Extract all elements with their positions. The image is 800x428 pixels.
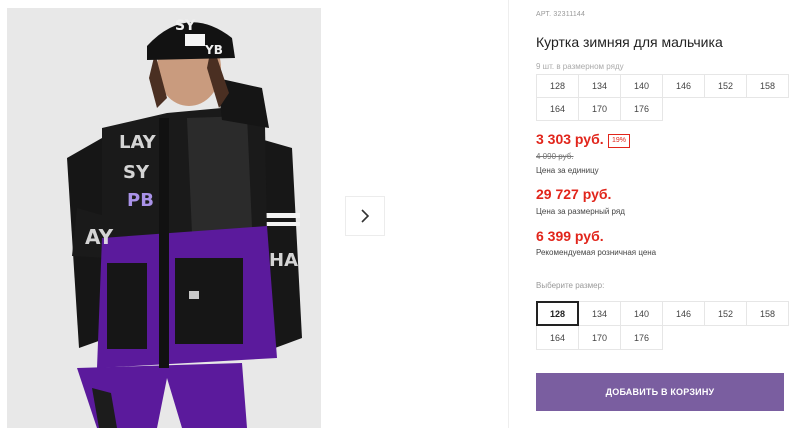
size-option-164[interactable]: 164 [536, 325, 579, 350]
svg-text:AY: AY [85, 225, 114, 249]
size-option-128[interactable]: 128 [536, 301, 579, 326]
rrp-label: Рекомендуемая розничная цена [536, 248, 657, 257]
svg-text:SY: SY [175, 18, 196, 34]
svg-text:HAR: HAR [269, 250, 312, 271]
size-option-134[interactable]: 134 [578, 301, 621, 326]
product-title: Куртка зимняя для мальчика [536, 34, 723, 50]
unit-price-label: Цена за единицу [536, 166, 599, 175]
rrp-price: 6 399 руб. [536, 228, 604, 244]
unit-price: 3 303 руб. [536, 131, 604, 147]
size-row-cell: 134 [578, 74, 621, 98]
size-option-152[interactable]: 152 [704, 301, 747, 326]
size-row-cell: 146 [662, 74, 705, 98]
size-row-cell: 170 [578, 97, 621, 121]
chevron-right-icon [361, 209, 370, 223]
divider [508, 0, 509, 428]
row-price: 29 727 руб. [536, 186, 612, 202]
discount-badge: 19% [608, 134, 631, 148]
size-row-cell: 176 [620, 97, 663, 121]
size-row-cell: 152 [704, 74, 747, 98]
article-number: АРТ. 32311144 [536, 11, 586, 18]
old-price: 4 090 руб. [536, 152, 574, 161]
svg-text:LAY: LAY [119, 132, 157, 153]
size-row-cell: 128 [536, 74, 579, 98]
size-row-cell: 140 [620, 74, 663, 98]
svg-text:PB: PB [127, 190, 154, 211]
svg-text:SY: SY [123, 162, 150, 183]
product-photo[interactable]: LAY SY PB AY HAR SY YB [7, 8, 321, 428]
add-to-cart-button[interactable]: ДОБАВИТЬ В КОРЗИНУ [536, 373, 784, 411]
size-selector: 128 134 140 146 152 158 164 170 176 [536, 301, 789, 350]
size-row-note: 9 шт. в размерном ряду [536, 62, 624, 71]
choose-size-label: Выберите размер: [536, 281, 605, 290]
size-row-cell: 158 [746, 74, 789, 98]
svg-text:YB: YB [204, 43, 223, 57]
size-option-158[interactable]: 158 [746, 301, 789, 326]
product-photo-illustration: LAY SY PB AY HAR SY YB [7, 8, 321, 428]
size-row-grid: 128 134 140 146 152 158 164 170 176 [536, 74, 789, 121]
product-gallery: LAY SY PB AY HAR SY YB [0, 0, 508, 428]
next-image-button[interactable] [345, 196, 385, 236]
size-option-170[interactable]: 170 [578, 325, 621, 350]
size-option-176[interactable]: 176 [620, 325, 663, 350]
size-option-140[interactable]: 140 [620, 301, 663, 326]
size-row-cell: 164 [536, 97, 579, 121]
row-price-label: Цена за размерный ряд [536, 207, 625, 216]
size-option-146[interactable]: 146 [662, 301, 705, 326]
